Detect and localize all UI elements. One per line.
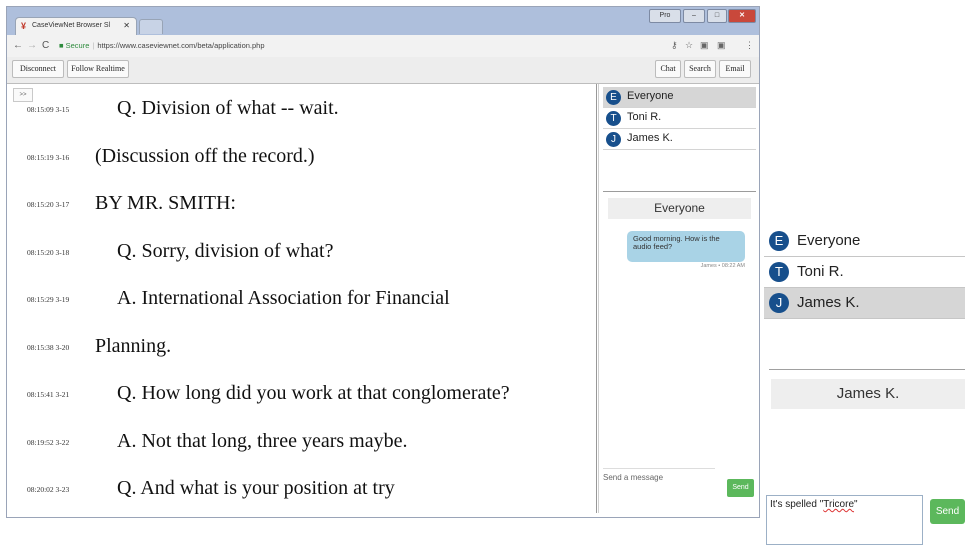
- chat-user-item[interactable]: E Everyone: [603, 87, 756, 108]
- chat-user-item[interactable]: T Toni R.: [603, 108, 756, 129]
- star-icon[interactable]: ☆: [685, 40, 693, 51]
- chat-user-name: James K.: [627, 132, 673, 144]
- zoom-user-name: Toni R.: [797, 263, 844, 280]
- line-timestamp: 08:15:20 3-17: [27, 200, 70, 209]
- zoom-divider: [769, 369, 965, 370]
- zoom-user-name: Everyone: [797, 232, 861, 249]
- chat-user-list: E Everyone T Toni R. J James K.: [603, 87, 756, 150]
- line-timestamp: 08:19:52 3-22: [27, 437, 70, 447]
- line-text[interactable]: Q. Sorry, division of what?: [117, 240, 333, 263]
- browser-window: ¥ CaseViewNet Browser Sl ✕ Pro – □ ✕ ← →…: [6, 6, 760, 518]
- extension-icon-2[interactable]: ▣: [717, 40, 726, 51]
- title-bar: ¥ CaseViewNet Browser Sl ✕ Pro – □ ✕: [7, 7, 759, 35]
- avatar: J: [606, 132, 621, 147]
- zoom-user-item[interactable]: T Toni R.: [764, 257, 965, 288]
- key-icon[interactable]: ⚷: [671, 40, 678, 51]
- new-tab-button[interactable]: [139, 19, 163, 34]
- secure-label: Secure: [65, 41, 90, 50]
- disconnect-button[interactable]: Disconnect: [12, 60, 64, 78]
- zoom-input-suffix: ": [854, 499, 858, 510]
- line-text[interactable]: Q. How long did you work at that conglom…: [117, 382, 510, 405]
- line-text[interactable]: (Discussion off the record.): [95, 145, 315, 168]
- back-arrow-icon[interactable]: ←: [13, 40, 23, 51]
- zoom-input-prefix: It's spelled ": [770, 499, 824, 510]
- line-text[interactable]: Q. Division of what -- wait.: [117, 97, 339, 120]
- line-timestamp: 08:15:38 3-20: [27, 342, 70, 352]
- line-timestamp: 08:15:19 3-16: [27, 152, 70, 162]
- app-toolbar: Disconnect Follow Realtime Chat Search E…: [7, 57, 759, 84]
- chat-user-name: Everyone: [627, 90, 674, 102]
- avatar: E: [769, 231, 789, 251]
- follow-realtime-button[interactable]: Follow Realtime: [67, 60, 129, 78]
- zoom-user-item[interactable]: J James K.: [764, 288, 965, 319]
- minimize-button[interactable]: –: [683, 9, 705, 23]
- conversation-header: Everyone: [608, 198, 751, 219]
- extension-icon[interactable]: ▣: [700, 40, 709, 51]
- zoom-send-button[interactable]: Send: [930, 499, 965, 524]
- line-timestamp: 08:20:02 3-23: [27, 485, 70, 494]
- send-button[interactable]: Send: [727, 479, 754, 497]
- expand-button[interactable]: >>: [13, 88, 33, 102]
- line-timestamp: 08:15:29 3-19: [27, 295, 70, 304]
- chat-divider: [603, 191, 756, 192]
- transcript-pane[interactable]: >> 08:15:09 3-15 Q. Division of what -- w…: [7, 84, 597, 513]
- line-text[interactable]: A. International Association for Financi…: [117, 287, 450, 310]
- email-button[interactable]: Email: [719, 60, 751, 78]
- line-text[interactable]: Q. And what is your position at try: [117, 477, 395, 500]
- caseviewnet-favicon-icon: ¥: [21, 21, 27, 31]
- avatar: E: [606, 90, 621, 105]
- avatar: T: [606, 111, 621, 126]
- tab-title: CaseViewNet Browser Sl: [32, 22, 111, 29]
- zoom-conversation-header: James K.: [771, 379, 965, 409]
- zoom-user-item[interactable]: E Everyone: [764, 226, 965, 257]
- maximize-button[interactable]: □: [707, 9, 727, 23]
- chat-message-bubble: Good morning. How is the audio feed?: [627, 231, 745, 262]
- avatar: T: [769, 262, 789, 282]
- line-text[interactable]: A. Not that long, three years maybe.: [117, 430, 407, 453]
- zoomed-chat-inset: E Everyone T Toni R. J James K. James K. It's…: [764, 222, 965, 546]
- chat-user-name: Toni R.: [627, 111, 662, 123]
- reload-icon[interactable]: C: [42, 40, 49, 51]
- url-text: https://www.caseviewnet.com/beta/applica…: [97, 41, 265, 50]
- zoom-input-misspelled-word: Tricore: [823, 499, 855, 510]
- chat-button[interactable]: Chat: [655, 60, 681, 78]
- message-input[interactable]: Send a message: [603, 468, 715, 504]
- browser-tab[interactable]: ¥ CaseViewNet Browser Sl ✕: [15, 17, 137, 35]
- menu-icon[interactable]: ⋮: [745, 40, 754, 51]
- tab-close-icon[interactable]: ✕: [123, 21, 130, 30]
- line-timestamp: 08:15:41 3-21: [27, 390, 70, 399]
- zoom-user-name: James K.: [797, 294, 860, 311]
- chat-user-item[interactable]: J James K.: [603, 129, 756, 150]
- search-button[interactable]: Search: [684, 60, 716, 78]
- profile-button[interactable]: Pro: [649, 9, 681, 23]
- line-text[interactable]: BY MR. SMITH:: [95, 192, 236, 215]
- close-window-button[interactable]: ✕: [728, 9, 756, 23]
- line-timestamp: 08:15:09 3-15: [27, 105, 70, 114]
- avatar: J: [769, 293, 789, 313]
- lock-icon: ■: [59, 41, 64, 50]
- chat-panel: E Everyone T Toni R. J James K. Everyone Good…: [598, 84, 759, 513]
- url-field[interactable]: ■ Secure | https://www.caseviewnet.com/bet…: [59, 38, 619, 53]
- zoom-message-input[interactable]: It's spelled "Tricore": [766, 495, 923, 545]
- line-text[interactable]: Planning.: [95, 335, 171, 358]
- forward-arrow-icon[interactable]: →: [27, 40, 37, 51]
- line-timestamp: 08:15:20 3-18: [27, 247, 70, 257]
- chat-message-meta: James • 08:22 AM: [700, 263, 745, 269]
- address-bar: ← → C ■ Secure | https://www.caseviewnet.c…: [7, 35, 759, 58]
